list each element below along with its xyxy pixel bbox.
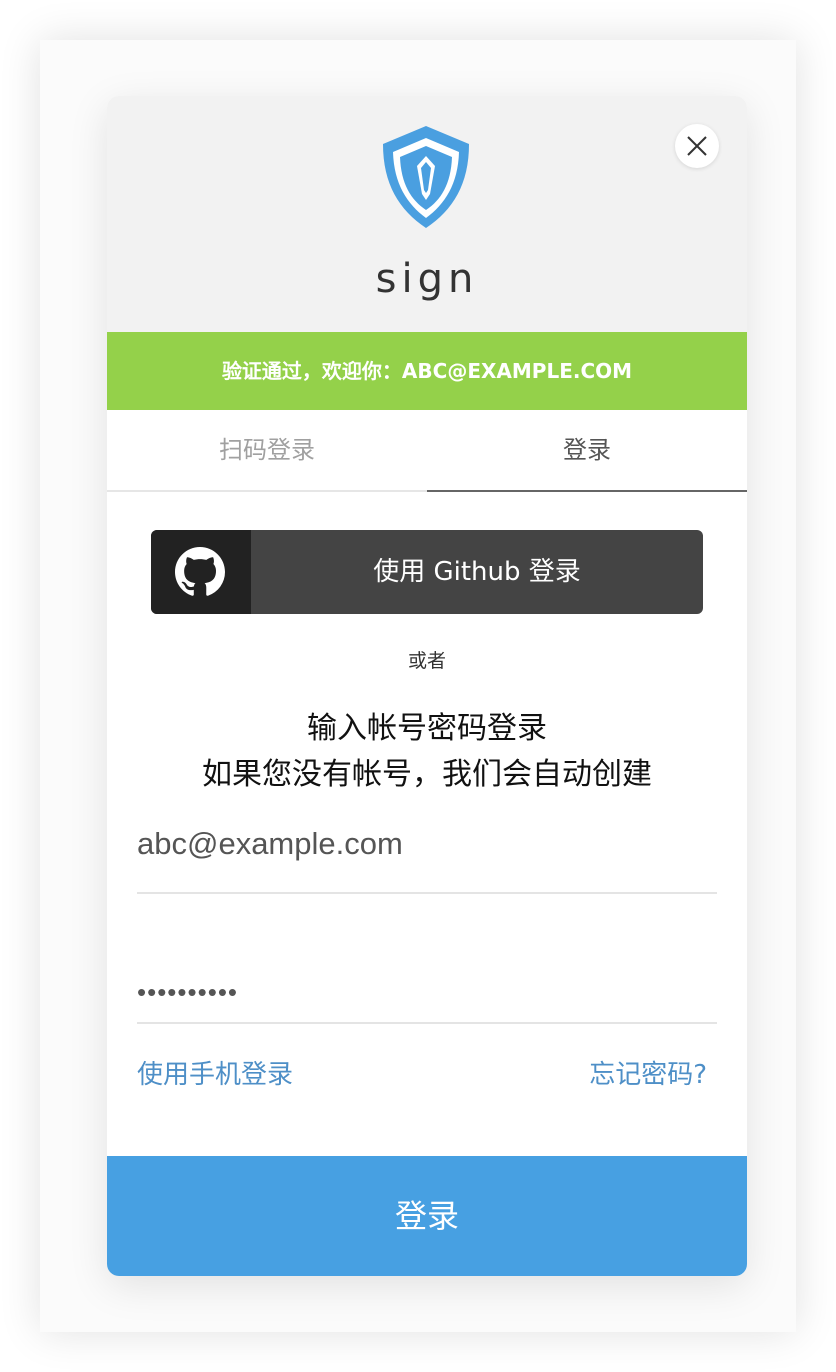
dialog-header: sign [107, 96, 747, 332]
password-input[interactable] [137, 964, 717, 1020]
success-banner: 验证通过，欢迎你：ABC@EXAMPLE.COM [107, 332, 747, 410]
github-icon-container [151, 530, 251, 614]
hint-line-1: 输入帐号密码登录 [307, 711, 547, 746]
tab-password-login[interactable]: 登录 [427, 410, 747, 492]
login-tabs: 扫码登录 登录 [107, 410, 747, 492]
hint-line-2: 如果您没有帐号，我们会自动创建 [202, 757, 652, 792]
email-field [137, 816, 717, 894]
password-field [137, 946, 717, 1024]
shield-icon [383, 126, 469, 228]
close-icon [687, 136, 707, 156]
phone-login-link[interactable]: 使用手机登录 [137, 1054, 293, 1091]
login-dialog: sign 验证通过，欢迎你：ABC@EXAMPLE.COM 扫码登录 登录 使用… [107, 96, 747, 1276]
login-submit-button[interactable]: 登录 [107, 1156, 747, 1276]
forgot-password-link[interactable]: 忘记密码? [589, 1054, 707, 1091]
auxiliary-links: 使用手机登录 忘记密码? [137, 1054, 707, 1094]
github-login-button[interactable]: 使用 Github 登录 [151, 530, 703, 614]
email-input[interactable] [137, 816, 717, 872]
or-divider-text: 或者 [407, 650, 446, 672]
github-login-label: 使用 Github 登录 [373, 557, 581, 587]
login-hint: 输入帐号密码登录 如果您没有帐号，我们会自动创建 [107, 706, 747, 798]
close-button[interactable] [675, 124, 719, 168]
tab-qr-login[interactable]: 扫码登录 [107, 410, 427, 492]
github-icon [175, 547, 225, 596]
app-name: sign [375, 256, 479, 302]
